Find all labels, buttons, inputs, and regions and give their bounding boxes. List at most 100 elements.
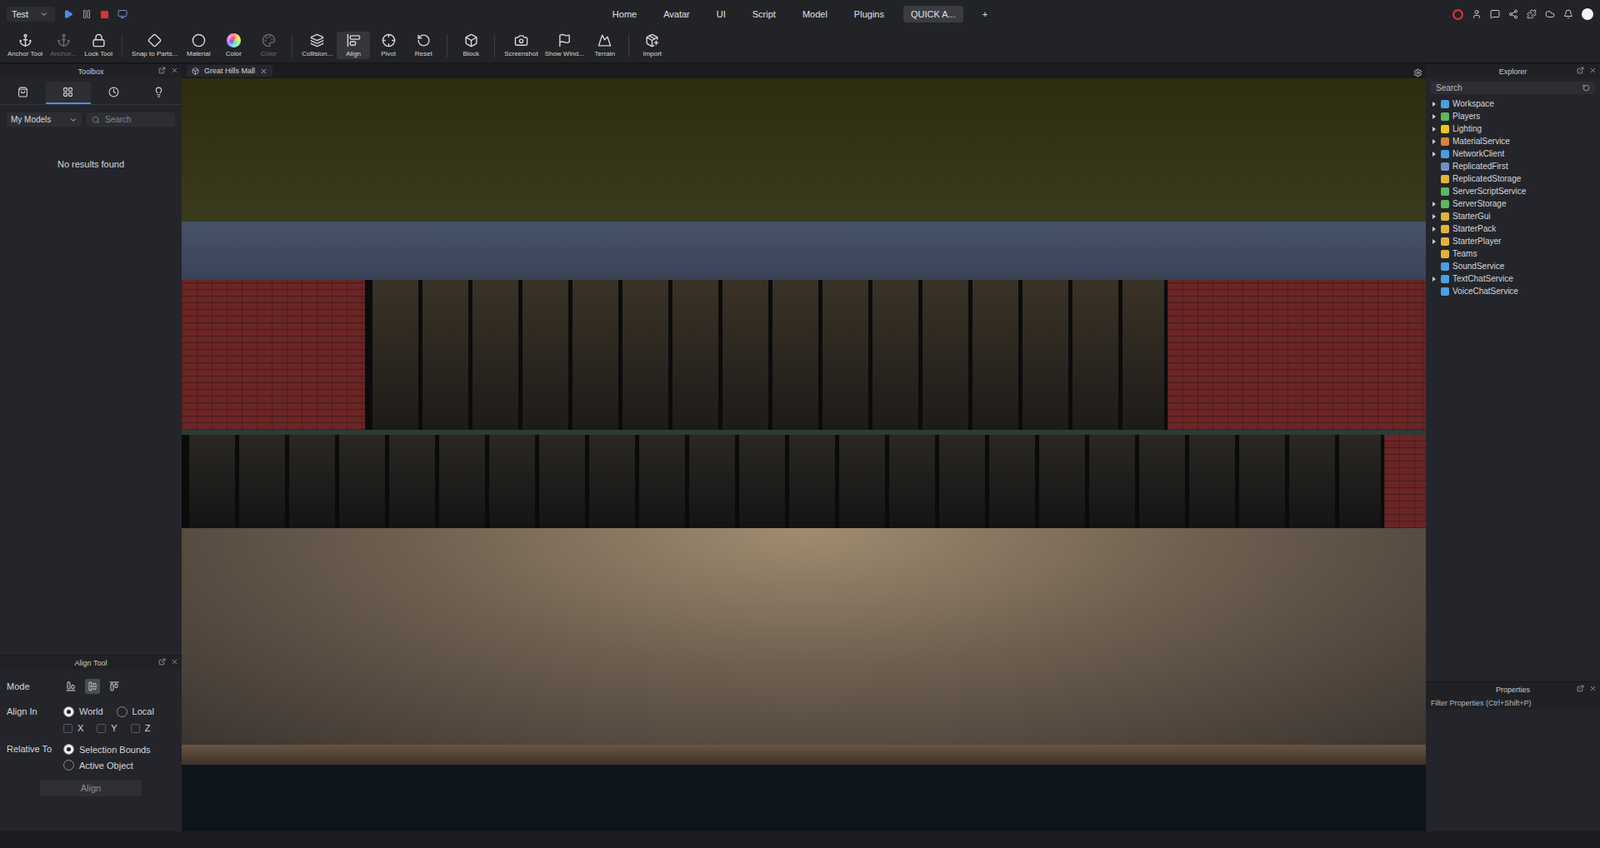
pause-icon[interactable]: [81, 9, 92, 20]
explorer-item[interactable]: ServerStorage: [1425, 197, 1600, 210]
explorer-item[interactable]: Teams: [1425, 247, 1600, 260]
chat-icon[interactable]: [1490, 9, 1500, 20]
ribbon-tool[interactable]: Color: [216, 31, 250, 60]
expand-arrow-icon[interactable]: [1430, 275, 1438, 283]
explorer-item[interactable]: SoundService: [1425, 260, 1600, 273]
explorer-item[interactable]: Players: [1425, 110, 1600, 123]
menu-tab[interactable]: Model: [795, 5, 835, 23]
menu-tab[interactable]: QUICK A...: [903, 5, 964, 23]
add-tab-button[interactable]: +: [975, 5, 995, 23]
undock-icon[interactable]: [1576, 66, 1585, 75]
expand-arrow-icon[interactable]: [1430, 213, 1438, 220]
avatar-icon[interactable]: [1581, 8, 1594, 20]
item-label: Teams: [1452, 249, 1477, 259]
tool-label: Block: [462, 50, 480, 58]
explorer-item[interactable]: Lighting: [1425, 122, 1600, 135]
tool-label: Anchor...: [50, 50, 77, 58]
axis-checkbox[interactable]: Z: [130, 723, 151, 734]
explorer-item[interactable]: ReplicatedStorage: [1425, 172, 1600, 185]
ribbon-tool[interactable]: Color: [251, 31, 285, 60]
space-radio[interactable]: World: [63, 706, 104, 718]
close-icon[interactable]: [170, 658, 179, 666]
expand-arrow-icon[interactable]: [1430, 113, 1438, 120]
undock-icon[interactable]: [158, 658, 166, 666]
toolbox-tab[interactable]: [90, 81, 137, 105]
axis-checkbox[interactable]: Y: [96, 723, 117, 734]
record-icon[interactable]: [1452, 9, 1464, 20]
explorer-item[interactable]: Workspace: [1425, 97, 1600, 110]
ribbon-tool[interactable]: Snap to Parts...: [129, 31, 180, 60]
menu-tab[interactable]: Plugins: [846, 5, 892, 23]
undock-icon[interactable]: [1576, 685, 1585, 693]
share-icon[interactable]: [1508, 9, 1519, 20]
relative-radio[interactable]: Selection Bounds: [63, 744, 151, 755]
menu-tab[interactable]: Home: [605, 5, 645, 23]
ribbon-tool[interactable]: Material: [181, 31, 215, 60]
explorer-item[interactable]: VoiceChatService: [1425, 285, 1600, 298]
mode-button[interactable]: [106, 679, 122, 695]
mode-button[interactable]: [85, 679, 100, 695]
device-icon[interactable]: [117, 9, 128, 20]
expand-arrow-icon[interactable]: [1430, 238, 1438, 245]
ribbon-tool[interactable]: Block: [454, 31, 488, 60]
toolbox-tab[interactable]: [0, 81, 46, 105]
document-tab[interactable]: Great Hills Mall: [186, 65, 273, 77]
mode-button[interactable]: [63, 679, 79, 695]
align-button[interactable]: Align: [40, 780, 142, 797]
relative-radio[interactable]: Active Object: [63, 760, 151, 771]
explorer-item[interactable]: StarterPlayer: [1425, 235, 1600, 248]
ribbon-tool[interactable]: Collision...: [299, 31, 335, 60]
explorer-item[interactable]: MaterialService: [1425, 135, 1600, 148]
user-icon[interactable]: [1471, 9, 1482, 20]
option-label: World: [79, 706, 104, 717]
menu-tab[interactable]: UI: [709, 5, 734, 23]
ribbon-tool[interactable]: Terrain: [588, 31, 622, 60]
place-selector[interactable]: Test: [6, 6, 55, 22]
explorer-item[interactable]: NetworkClient: [1425, 147, 1600, 160]
close-icon[interactable]: [170, 66, 179, 75]
ribbon-tool[interactable]: Anchor Tool: [5, 31, 45, 60]
category-dropdown[interactable]: My Models: [6, 112, 82, 127]
palette-icon: [261, 33, 276, 48]
play-icon[interactable]: [63, 9, 74, 20]
cloud-icon[interactable]: [1545, 9, 1555, 20]
toolbox-tab[interactable]: [136, 81, 183, 105]
space-radio[interactable]: Local: [116, 706, 155, 718]
expand-arrow-icon[interactable]: [1430, 100, 1438, 108]
expand-arrow-icon[interactable]: [1430, 138, 1438, 145]
viewport-settings[interactable]: [1413, 65, 1423, 81]
ribbon-tool[interactable]: Import: [635, 31, 670, 60]
ribbon-tool[interactable]: Show Wind...: [542, 31, 587, 60]
close-icon[interactable]: [1589, 66, 1597, 75]
explorer-search[interactable]: Search: [1430, 81, 1595, 95]
expand-arrow-icon[interactable]: [1430, 150, 1438, 158]
toolbox-tab[interactable]: [45, 81, 92, 105]
expand-arrow-icon[interactable]: [1430, 125, 1438, 133]
menu-tab[interactable]: Avatar: [655, 5, 698, 23]
close-icon[interactable]: [260, 67, 268, 75]
block-icon: [464, 33, 479, 48]
expand-arrow-icon[interactable]: [1430, 200, 1438, 208]
ribbon-tool[interactable]: Reset: [406, 31, 440, 60]
stop-icon[interactable]: [100, 10, 110, 20]
ribbon-tool[interactable]: Lock Tool: [81, 31, 115, 60]
explorer-item[interactable]: ServerScriptService: [1425, 185, 1600, 198]
expand-arrow-icon[interactable]: [1430, 225, 1438, 233]
ribbon-tool[interactable]: Align: [336, 31, 370, 60]
3d-viewport[interactable]: [181, 78, 1426, 832]
axis-checkbox[interactable]: X: [63, 723, 84, 734]
explorer-item[interactable]: StarterPack: [1425, 222, 1600, 235]
ribbon-tool[interactable]: Anchor...: [46, 31, 80, 60]
puzzle-icon[interactable]: [1526, 9, 1537, 20]
explorer-item[interactable]: ReplicatedFirst: [1425, 160, 1600, 173]
bell-icon[interactable]: [1563, 9, 1574, 20]
ribbon-tool[interactable]: Screenshot: [501, 31, 540, 60]
undock-icon[interactable]: [158, 66, 166, 75]
close-icon[interactable]: [1589, 685, 1597, 693]
toolbox-search[interactable]: Search: [86, 112, 175, 127]
explorer-item[interactable]: TextChatService: [1425, 272, 1600, 285]
explorer-item[interactable]: StarterGui: [1425, 210, 1600, 223]
ribbon-tool[interactable]: Pivot: [371, 31, 405, 60]
menu-tab[interactable]: Script: [745, 5, 784, 23]
properties-filter[interactable]: Filter Properties (Ctrl+Shift+P): [1425, 696, 1600, 710]
